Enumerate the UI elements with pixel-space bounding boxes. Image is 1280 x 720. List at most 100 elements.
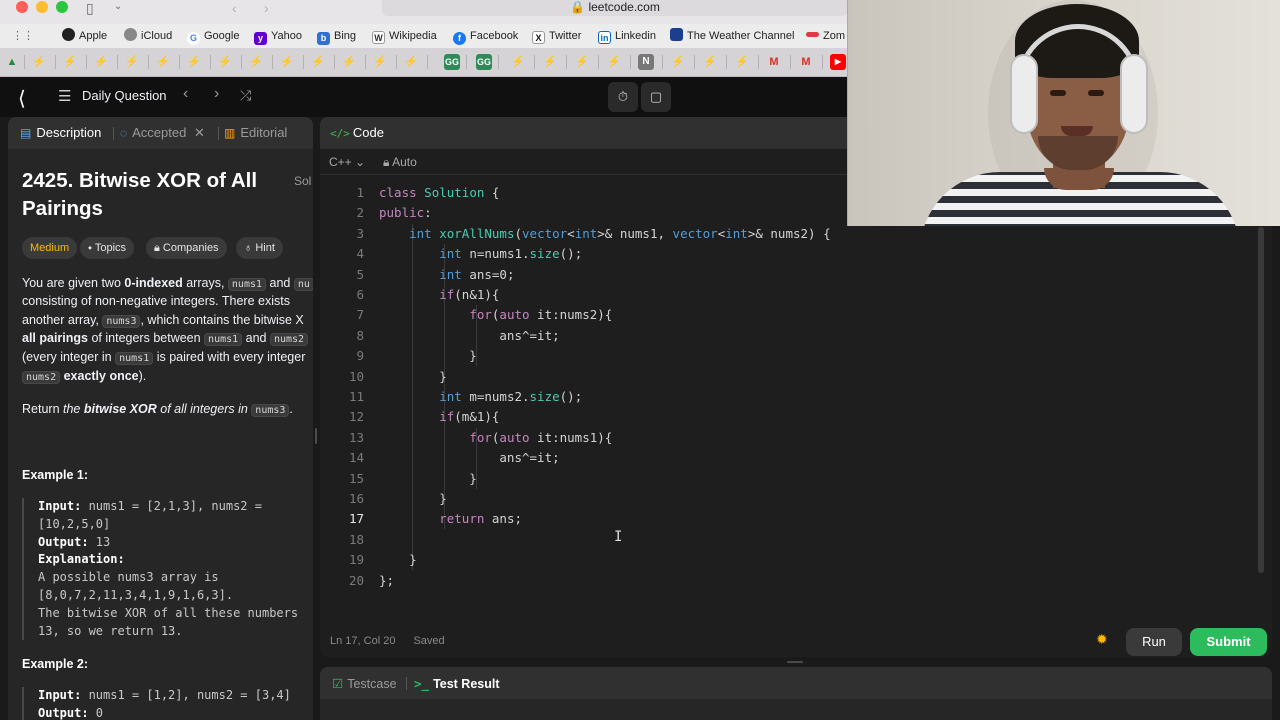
submit-button[interactable]: Submit bbox=[1190, 628, 1267, 656]
code-line[interactable]: 12 if(m&1){ bbox=[320, 407, 1260, 427]
leetcode-logo-icon[interactable]: ⟨ bbox=[18, 86, 26, 111]
leetcode-tab-icon[interactable]: ⚡ bbox=[702, 54, 718, 70]
back-icon[interactable]: ‹ bbox=[232, 0, 237, 16]
forward-icon[interactable]: › bbox=[264, 0, 269, 16]
leetcode-tab-icon[interactable]: ⚡ bbox=[542, 54, 558, 70]
code-line[interactable]: 3 int xorAllNums(vector<int>& nums1, vec… bbox=[320, 224, 1260, 244]
leetcode-tab-icon[interactable]: ⚡ bbox=[734, 54, 750, 70]
sidebar-icon[interactable]: ▯ bbox=[86, 0, 94, 17]
leetcode-tab-icon[interactable]: ⚡ bbox=[217, 54, 233, 70]
leetcode-tab-icon[interactable]: ⚡ bbox=[403, 54, 419, 70]
favorite-bing[interactable]: b Bing bbox=[317, 28, 356, 45]
code-line[interactable]: 8 ans^=it; bbox=[320, 326, 1260, 346]
prev-problem-icon[interactable]: ‹ bbox=[183, 85, 188, 103]
desc-text: You are given two bbox=[22, 276, 125, 290]
code-line[interactable]: 4 int n=nums1.size(); bbox=[320, 244, 1260, 264]
apple-icon bbox=[62, 28, 75, 41]
favorite-zomato[interactable]: Zom bbox=[806, 28, 845, 44]
code-line[interactable]: 11 int m=nums2.size(); bbox=[320, 387, 1260, 407]
notion-tab-icon[interactable]: N bbox=[638, 54, 654, 70]
favorite-weather-channel[interactable]: The Weather Channel bbox=[670, 28, 794, 44]
notes-icon[interactable]: ▢ bbox=[641, 82, 671, 112]
address-bar[interactable]: 🔒 leetcode.com bbox=[382, 0, 848, 16]
debug-icon[interactable]: ✹ bbox=[1096, 631, 1108, 648]
tab-accepted[interactable]: ◌ Accepted ✕ bbox=[120, 125, 205, 141]
favorite-wikipedia[interactable]: W Wikipedia bbox=[372, 28, 437, 44]
favorite-twitter[interactable]: X Twitter bbox=[532, 28, 581, 44]
leetcode-tab-icon[interactable]: ⚡ bbox=[93, 54, 109, 70]
gmail-tab-icon[interactable]: M bbox=[798, 54, 814, 70]
run-button[interactable]: Run bbox=[1126, 628, 1182, 656]
leetcode-tab-icon[interactable]: ⚡ bbox=[31, 54, 47, 70]
code-line[interactable]: 14 ans^=it; bbox=[320, 448, 1260, 468]
tab-code[interactable]: </> Code bbox=[330, 125, 384, 140]
zoom-window-button[interactable] bbox=[56, 1, 68, 13]
tab-solutions[interactable]: Sol bbox=[294, 174, 311, 188]
problem-list-icon[interactable]: ☰ bbox=[58, 87, 71, 105]
leetcode-tab-icon[interactable]: ⚡ bbox=[574, 54, 590, 70]
code-line[interactable]: 5 int ans=0; bbox=[320, 265, 1260, 285]
grid-icon[interactable]: ⋮⋮ bbox=[12, 28, 34, 44]
leetcode-tab-icon[interactable]: ⚡ bbox=[248, 54, 264, 70]
favorite-icloud[interactable]: iCloud bbox=[124, 28, 172, 44]
tab-editorial[interactable]: ▥ Editorial bbox=[224, 125, 287, 140]
example-line: Input: nums1 = [2,1,3], nums2 = bbox=[38, 498, 313, 516]
timer-icon[interactable]: ⏱ bbox=[608, 82, 638, 112]
editor-scrollbar[interactable] bbox=[1258, 227, 1264, 573]
code-line[interactable]: 17 return ans; bbox=[320, 509, 1260, 529]
panel-resize-handle[interactable] bbox=[313, 117, 320, 720]
leetcode-tab-icon[interactable]: ⚡ bbox=[670, 54, 686, 70]
hint-chip[interactable]: ♁ Hint bbox=[236, 237, 283, 259]
favorite-google[interactable]: G Google bbox=[187, 28, 239, 45]
code-line[interactable]: 13 for(auto it:nums1){ bbox=[320, 428, 1260, 448]
leetcode-tab-icon[interactable]: ⚡ bbox=[372, 54, 388, 70]
leetcode-tab-icon[interactable]: ⚡ bbox=[62, 54, 78, 70]
leetcode-tab-icon[interactable]: ⚡ bbox=[606, 54, 622, 70]
code-editor[interactable]: 1 class Solution {2 public: 3 int xorAllNum… bbox=[320, 183, 1260, 603]
code-line[interactable]: 7 for(auto it:nums2){ bbox=[320, 305, 1260, 325]
close-window-button[interactable] bbox=[16, 1, 28, 13]
gfg-tab-icon[interactable]: GG bbox=[476, 54, 492, 70]
code-line[interactable]: 18 bbox=[320, 530, 1260, 550]
code-line[interactable]: 20}; bbox=[320, 571, 1260, 591]
code-line[interactable]: 6 if(n&1){ bbox=[320, 285, 1260, 305]
topics-chip[interactable]: ⬩ Topics bbox=[80, 237, 135, 259]
code-line[interactable]: 15 } bbox=[320, 469, 1260, 489]
tab-test-result[interactable]: >_ Test Result bbox=[414, 676, 500, 691]
leetcode-tab-icon[interactable]: ⚡ bbox=[186, 54, 202, 70]
favorite-yahoo[interactable]: y Yahoo bbox=[254, 28, 302, 45]
favorite-linkedin[interactable]: in Linkedin bbox=[598, 28, 656, 44]
code-line[interactable]: 16 } bbox=[320, 489, 1260, 509]
favorite-facebook[interactable]: f Facebook bbox=[453, 28, 518, 45]
leetcode-tab-icon[interactable]: ⚡ bbox=[310, 54, 326, 70]
language-select[interactable]: C++ ⌄ bbox=[329, 155, 365, 169]
youtube-tab-icon[interactable]: ▶ bbox=[830, 54, 846, 70]
minimize-window-button[interactable] bbox=[36, 1, 48, 13]
close-tab-icon[interactable]: ✕ bbox=[194, 125, 205, 140]
code-line[interactable]: 10 } bbox=[320, 367, 1260, 387]
leetcode-tab-icon[interactable]: ⚡ bbox=[341, 54, 357, 70]
tab-separator bbox=[117, 55, 118, 69]
example-1-block: Input: nums1 = [2,1,3], nums2 = [10,2,5,… bbox=[22, 498, 313, 641]
pinned-tab-icon[interactable]: ▲ bbox=[4, 54, 20, 70]
tab-testcase[interactable]: ☑ Testcase bbox=[332, 676, 397, 691]
favorite-apple[interactable]: Apple bbox=[62, 28, 107, 44]
auto-mode-toggle[interactable]: 🔒︎ Auto bbox=[383, 155, 417, 170]
gmail-tab-icon[interactable]: M bbox=[766, 54, 782, 70]
leetcode-tab-icon[interactable]: ⚡ bbox=[124, 54, 140, 70]
horizontal-resize-grip[interactable] bbox=[787, 661, 803, 663]
line-number: 10 bbox=[348, 368, 364, 384]
leetcode-tab-icon[interactable]: ⚡ bbox=[155, 54, 171, 70]
next-problem-icon[interactable]: › bbox=[214, 85, 219, 103]
companies-chip[interactable]: 🔒︎ Companies bbox=[146, 237, 227, 259]
leetcode-tab-icon[interactable]: ⚡ bbox=[279, 54, 295, 70]
resize-grip[interactable] bbox=[315, 428, 317, 444]
shuffle-icon[interactable]: ⤮ bbox=[240, 87, 251, 104]
daily-question-link[interactable]: Daily Question bbox=[82, 88, 167, 103]
code-line[interactable]: 19 } bbox=[320, 550, 1260, 570]
leetcode-tab-icon[interactable]: ⚡ bbox=[510, 54, 526, 70]
tab-description[interactable]: ▤ Description bbox=[20, 125, 101, 140]
code-line[interactable]: 9 } bbox=[320, 346, 1260, 366]
gfg-tab-icon[interactable]: GG bbox=[444, 54, 460, 70]
chevron-down-icon[interactable]: ⌄ bbox=[114, 1, 122, 12]
